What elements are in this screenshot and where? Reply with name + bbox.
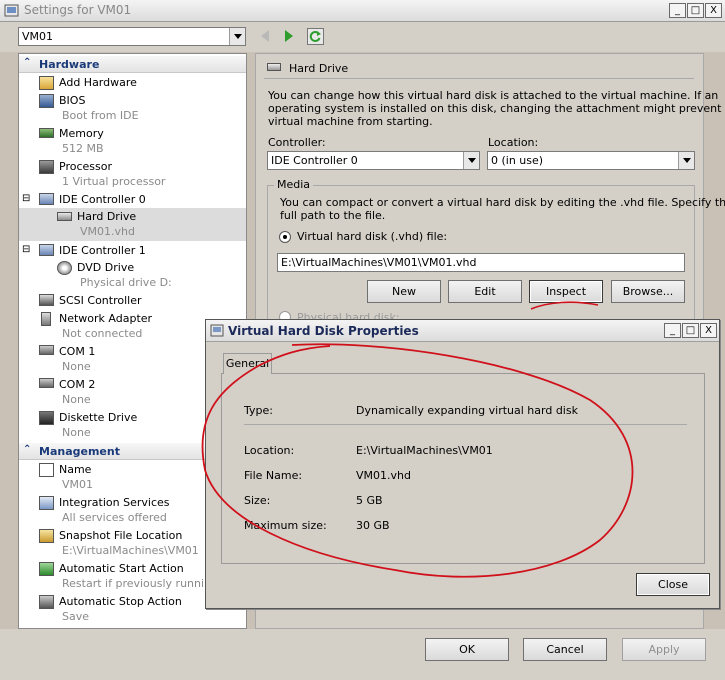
tree-item-processor[interactable]: Processor 1 Virtual processor (19, 158, 246, 191)
size-label: Size: (244, 494, 271, 507)
ide-controller-icon (39, 244, 54, 256)
media-label: Media (274, 178, 314, 191)
dvd-drive-icon (57, 261, 72, 275)
network-adapter-icon (41, 312, 51, 326)
forward-arrow-icon[interactable] (283, 29, 295, 43)
com-port-icon (39, 345, 54, 355)
tree-item-ide-controller-0[interactable]: ⊟ IDE Controller 0 (19, 191, 246, 208)
collapse-chevron-icon[interactable]: ⌃ (23, 444, 31, 455)
dialog-close-x-button[interactable]: X (700, 323, 717, 338)
collapse-chevron-icon[interactable]: ⌃ (23, 57, 31, 68)
close-window-button[interactable]: X (705, 3, 722, 18)
location-label: Location: (244, 444, 295, 457)
tree-item-memory[interactable]: Memory 512 MB (19, 125, 246, 158)
tree-item-bios[interactable]: BIOS Boot from IDE (19, 92, 246, 125)
edit-button[interactable]: Edit (448, 280, 522, 303)
integration-services-icon (39, 496, 54, 510)
location-label: Location: (488, 136, 539, 149)
start-action-icon (39, 562, 54, 576)
memory-icon (39, 128, 54, 138)
type-label: Type: (244, 404, 273, 417)
hard-drive-icon (267, 63, 281, 71)
vhd-file-radio-label: Virtual hard disk (.vhd) file: (297, 230, 448, 243)
tree-item-scsi-controller[interactable]: SCSI Controller (19, 292, 246, 309)
processor-icon (39, 160, 54, 174)
tree-item-dvd-drive[interactable]: DVD Drive Physical drive D: (19, 259, 246, 292)
dialog-title: Virtual Hard Disk Properties (228, 324, 419, 338)
chevron-down-icon[interactable] (229, 28, 245, 45)
name-icon (39, 463, 54, 477)
new-button[interactable]: New (367, 280, 441, 303)
panel-description-line-2: operating system is installed on this di… (268, 102, 725, 115)
snapshot-location-icon (39, 529, 54, 543)
hard-drive-icon (57, 212, 72, 221)
panel-description-line-3: virtual machine from starting. (268, 115, 433, 128)
vhd-file-radio[interactable] (279, 231, 291, 243)
media-description-line-2: full path to the file. (280, 209, 386, 222)
type-value: Dynamically expanding virtual hard disk (356, 404, 578, 417)
close-button[interactable]: Close (636, 573, 710, 596)
cancel-button[interactable]: Cancel (523, 638, 607, 661)
bios-icon (39, 94, 54, 108)
controller-label: Controller: (268, 136, 326, 149)
max-size-value: 30 GB (356, 519, 390, 532)
tree-item-add-hardware[interactable]: Add Hardware (19, 74, 246, 92)
ide-controller-icon (39, 193, 54, 205)
title-bar: Settings for VM01 _ □ X (0, 0, 725, 22)
location-dropdown[interactable]: 0 (in use) (487, 151, 695, 170)
com-port-icon (39, 378, 54, 388)
inspect-button[interactable]: Inspect (529, 280, 603, 303)
scsi-controller-icon (39, 294, 54, 306)
collapse-minus-icon[interactable]: ⊟ (22, 193, 30, 204)
panel-description-line-1: You can change how this virtual hard dis… (268, 89, 719, 102)
hardware-section-header[interactable]: ⌃ Hardware (19, 56, 246, 73)
dialog-title-bar: Virtual Hard Disk Properties _ □ X (206, 320, 719, 342)
add-hardware-icon (39, 76, 54, 90)
vm-selector[interactable]: VM01 (18, 27, 246, 46)
refresh-icon[interactable] (307, 28, 324, 45)
back-arrow-icon[interactable] (259, 29, 271, 43)
browse-button[interactable]: Browse... (611, 280, 685, 303)
dialog-minimize-button[interactable]: _ (664, 323, 681, 338)
vhd-path-field[interactable]: E:\VirtualMachines\VM01\VM01.vhd (277, 253, 685, 272)
location-value: E:\VirtualMachines\VM01 (356, 444, 493, 457)
chevron-down-icon[interactable] (678, 152, 694, 169)
controller-dropdown[interactable]: IDE Controller 0 (267, 151, 480, 170)
file-name-value: VM01.vhd (356, 469, 411, 482)
minimize-button[interactable]: _ (669, 3, 686, 18)
collapse-minus-icon[interactable]: ⊟ (22, 244, 30, 255)
media-description-line-1: You can compact or convert a virtual har… (280, 196, 725, 209)
chevron-down-icon[interactable] (463, 152, 479, 169)
settings-window-icon (4, 4, 19, 17)
maximize-button[interactable]: □ (687, 3, 704, 18)
properties-divider (244, 424, 687, 425)
apply-button[interactable]: Apply (622, 638, 706, 661)
vm-selector-value: VM01 (22, 30, 54, 43)
file-name-label: File Name: (244, 469, 303, 482)
dialog-maximize-button[interactable]: □ (682, 323, 699, 338)
stop-action-icon (39, 595, 54, 609)
size-value: 5 GB (356, 494, 383, 507)
dialog-footer (0, 629, 725, 680)
panel-header: Hard Drive (289, 62, 349, 75)
vhd-dialog-icon (210, 324, 224, 337)
header-divider (264, 78, 694, 79)
diskette-drive-icon (39, 411, 54, 425)
tab-general[interactable]: General (223, 353, 272, 374)
window-title: Settings for VM01 (24, 3, 132, 17)
general-tab-page: Type: Dynamically expanding virtual hard… (221, 373, 705, 564)
vhd-properties-dialog: Virtual Hard Disk Properties _ □ X Type:… (205, 319, 720, 609)
max-size-label: Maximum size: (244, 519, 327, 532)
ok-button[interactable]: OK (425, 638, 509, 661)
tree-item-hard-drive[interactable]: Hard Drive VM01.vhd (19, 208, 246, 241)
tree-item-ide-controller-1[interactable]: ⊟ IDE Controller 1 (19, 242, 246, 259)
